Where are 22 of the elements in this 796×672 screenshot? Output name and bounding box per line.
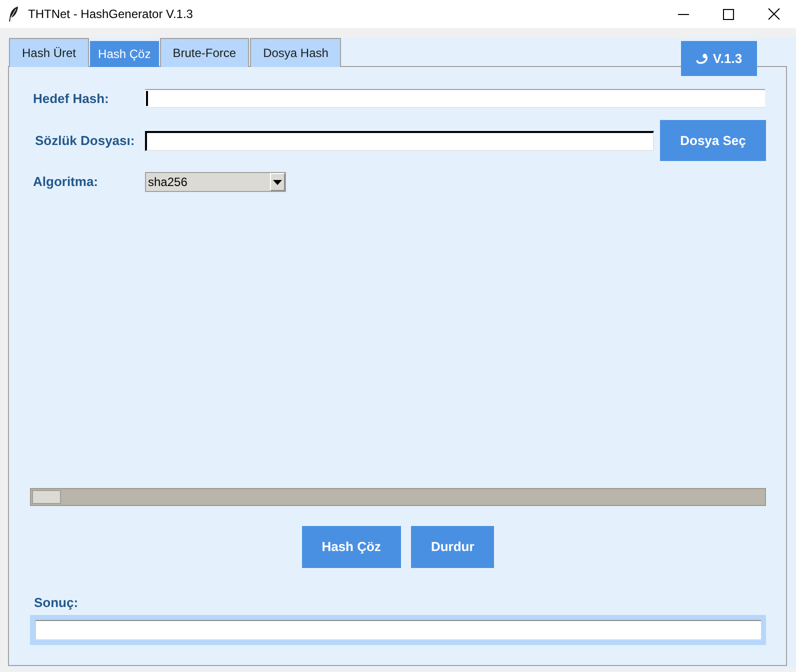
algorithm-dropdown[interactable]: sha256 [145,172,286,192]
action-button[interactable]: Durdur [410,526,494,568]
result-field[interactable] [30,615,766,645]
choose-file-button[interactable]: Dosya Seç [660,120,766,161]
result-label: Sonuç: [34,595,78,610]
hash-input-field[interactable] [145,89,765,108]
window-title: THTNet - HashGenerator V.1.3 [28,6,193,22]
tab[interactable]: Dosya Hash [250,38,342,67]
tab[interactable]: Brute-Force [160,38,250,67]
field-label: Hedef Hash: [33,90,109,106]
maximize-icon [723,8,734,20]
action-button[interactable]: Hash Çöz [302,526,401,568]
field-label: Sözlük Dosyası: [35,132,135,148]
tab[interactable]: Hash Çöz [90,41,159,67]
tab[interactable]: Hash Üret [9,38,90,67]
version-button[interactable]: V.1.3 [681,41,757,76]
field-label: Algoritma: [33,174,98,189]
close-icon [768,8,780,20]
caret-icon [270,173,285,191]
file-path-field[interactable] [145,130,654,150]
feather-icon [8,6,19,22]
hook-icon [696,53,708,64]
